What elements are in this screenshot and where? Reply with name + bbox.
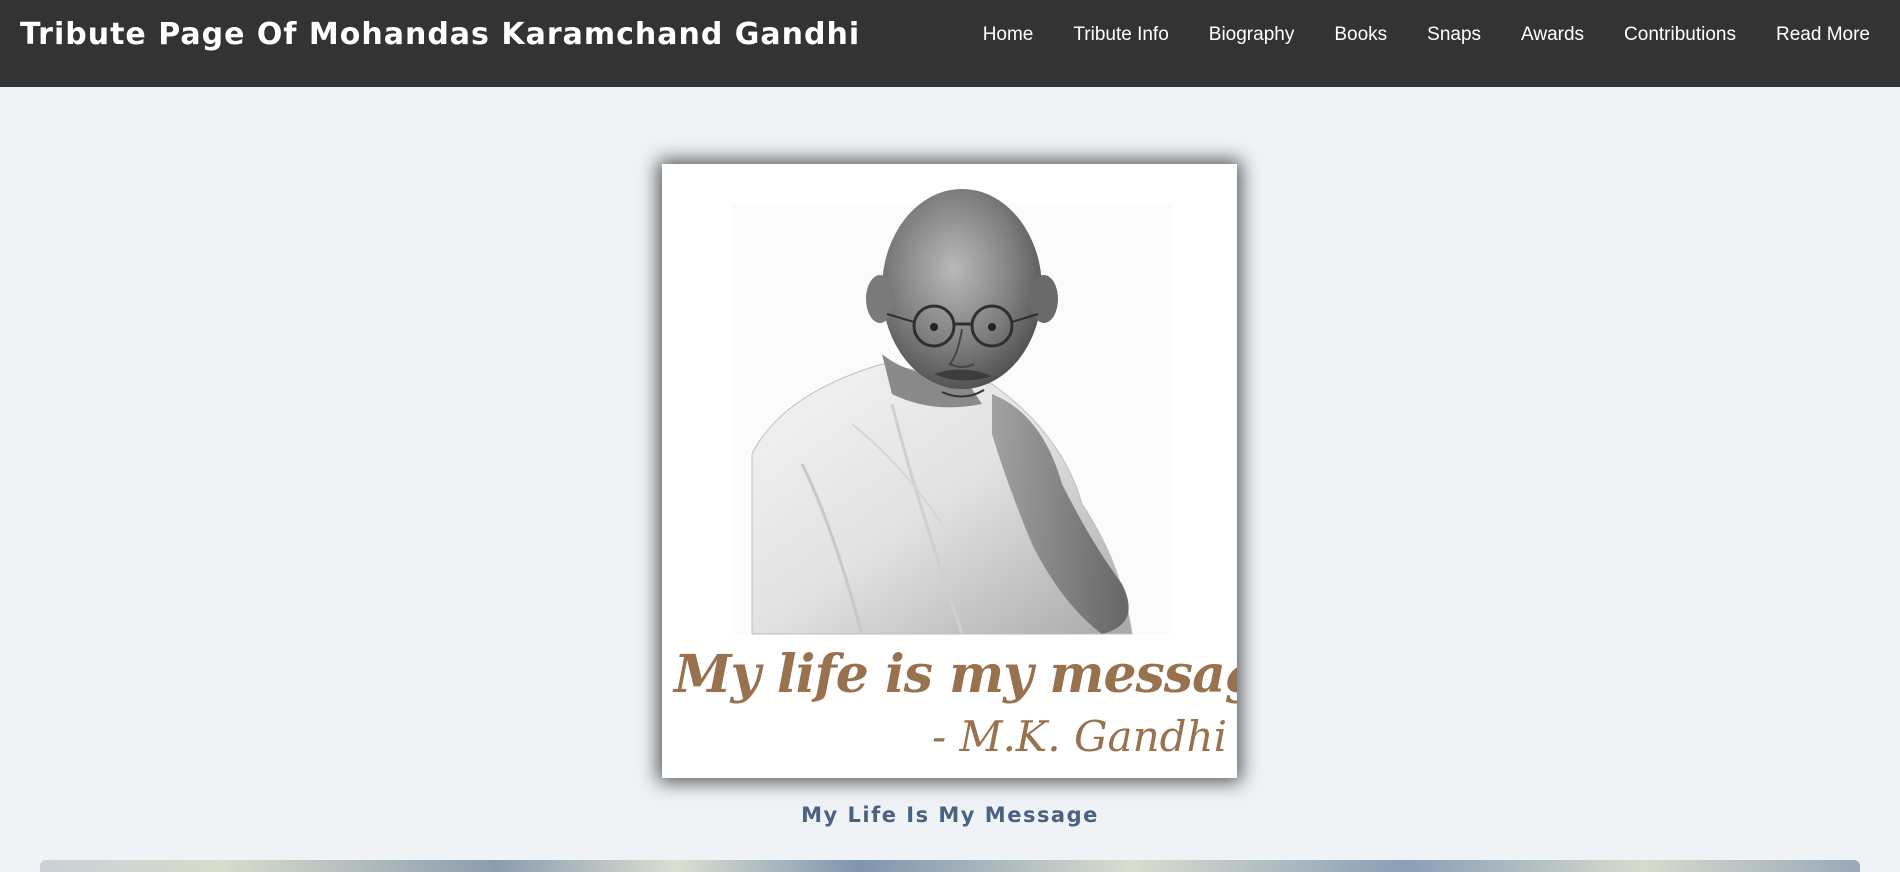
nav-link-read-more[interactable]: Read More xyxy=(1776,24,1870,45)
nav-item-books: Books xyxy=(1334,24,1387,46)
nav-item-tribute-info: Tribute Info xyxy=(1073,24,1168,46)
portrait-quote: My life is my message. xyxy=(674,644,1237,705)
nav-link-snaps[interactable]: Snaps xyxy=(1427,24,1481,45)
site-title: Tribute Page Of Mohandas Karamchand Gand… xyxy=(20,17,861,52)
nav-item-awards: Awards xyxy=(1521,24,1584,46)
nav-item-read-more: Read More xyxy=(1776,24,1870,46)
nav-item-snaps: Snaps xyxy=(1427,24,1481,46)
banner-image-edge xyxy=(40,860,1860,872)
portrait-quote-author: - M.K. Gandhi xyxy=(932,712,1227,761)
nav-item-biography: Biography xyxy=(1209,24,1295,46)
nav-link-home[interactable]: Home xyxy=(983,24,1034,45)
nav-link-tribute-info[interactable]: Tribute Info xyxy=(1073,24,1168,45)
gandhi-portrait: My life is my message. - M.K. Gandhi xyxy=(662,164,1237,778)
nav-item-home: Home xyxy=(983,24,1034,46)
nav-item-contributions: Contributions xyxy=(1624,24,1736,46)
portrait-caption: My Life Is My Message xyxy=(801,803,1099,827)
top-navbar: Tribute Page Of Mohandas Karamchand Gand… xyxy=(0,0,1900,87)
nav-link-contributions[interactable]: Contributions xyxy=(1624,24,1736,45)
nav-link-awards[interactable]: Awards xyxy=(1521,24,1584,45)
nav-links: Home Tribute Info Biography Books Snaps … xyxy=(983,0,1870,70)
nav-link-books[interactable]: Books xyxy=(1334,24,1387,45)
nav-link-biography[interactable]: Biography xyxy=(1209,24,1295,45)
